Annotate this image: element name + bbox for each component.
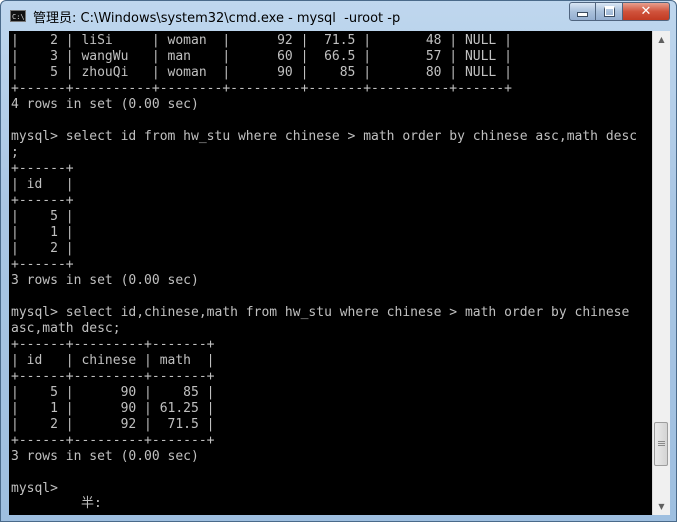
maximize-button[interactable] [596, 2, 623, 21]
console-text: | 2 | liSi | woman | 92 | 71.5 | 48 | NU… [9, 33, 637, 497]
scroll-thumb[interactable] [654, 422, 668, 466]
console-line: mysql> select id from hw_stu where chine… [11, 129, 638, 144]
console-line: +------+---------+-------+ [11, 433, 215, 448]
thumb-grip-line [658, 443, 665, 444]
console-line: | 1 | 90 | 61.25 | [11, 401, 215, 416]
console-line: mysql> select id,chinese,math from hw_st… [11, 305, 630, 320]
scroll-up-arrow-icon[interactable]: ▲ [653, 31, 670, 48]
console-line: +------+ [11, 193, 74, 208]
ime-indicator: 半: [81, 496, 102, 511]
minimize-icon [577, 12, 588, 17]
cmd-window: C:\ 管理员: C:\Windows\system32\cmd.exe - m… [0, 0, 677, 522]
console-line: | 3 | wangWu | man | 60 | 66.5 | 57 | NU… [11, 49, 512, 64]
maximize-icon [603, 6, 615, 17]
console-line: | 2 | [11, 241, 74, 256]
console-line: 4 rows in set (0.00 sec) [11, 97, 199, 112]
console-line: mysql> [11, 481, 58, 496]
console-line: ; [11, 145, 19, 160]
console-line: | 5 | [11, 209, 74, 224]
cmd-app-icon[interactable]: C:\ [10, 10, 26, 22]
console-line: | 5 | zhouQi | woman | 90 | 85 | 80 | NU… [11, 65, 512, 80]
console-line: +------+---------+-------+ [11, 337, 215, 352]
console-line: +------+ [11, 161, 74, 176]
console-line: 3 rows in set (0.00 sec) [11, 273, 199, 288]
thumb-grip-line [658, 441, 665, 442]
console-line: | id | chinese | math | [11, 353, 215, 368]
vertical-scrollbar[interactable]: ▲ ▼ [652, 31, 670, 515]
console-line: | 2 | liSi | woman | 92 | 71.5 | 48 | NU… [11, 33, 512, 48]
thumb-grip-line [658, 445, 665, 446]
console-line: | id | [11, 177, 74, 192]
window-title: 管理员: C:\Windows\system32\cmd.exe - mysql… [33, 10, 401, 26]
console-line: | 1 | [11, 225, 74, 240]
scroll-down-arrow-icon[interactable]: ▼ [653, 498, 670, 515]
close-button[interactable]: ✕ [623, 2, 670, 21]
console-line: | 2 | 92 | 71.5 | [11, 417, 215, 432]
console-line: +------+ [11, 257, 74, 272]
close-icon: ✕ [640, 4, 652, 19]
console-line: asc,math desc; [11, 321, 121, 336]
console-line: | 5 | 90 | 85 | [11, 385, 215, 400]
minimize-button[interactable] [569, 2, 596, 21]
console-line: +------+----------+--------+---------+--… [11, 81, 512, 96]
console-output[interactable]: | 2 | liSi | woman | 92 | 71.5 | 48 | NU… [9, 31, 652, 515]
console-line: 3 rows in set (0.00 sec) [11, 449, 199, 464]
caption-buttons: ✕ [569, 2, 670, 21]
console-line: +------+---------+-------+ [11, 369, 215, 384]
title-bar[interactable]: C:\ 管理员: C:\Windows\system32\cmd.exe - m… [1, 1, 676, 31]
